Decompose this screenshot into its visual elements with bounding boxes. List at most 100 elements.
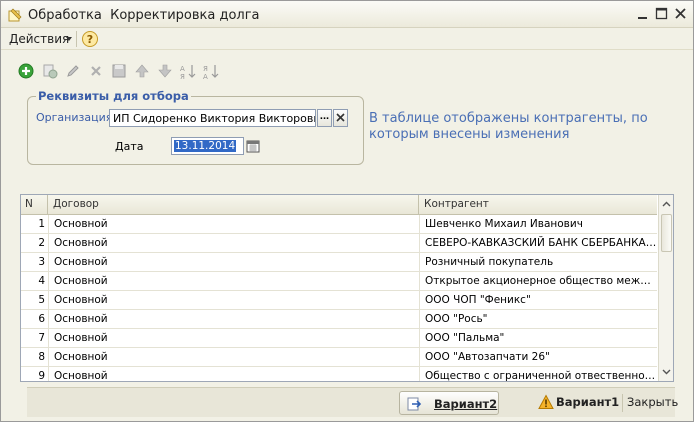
title-bar: Обработка Корректировка долга — [1, 1, 693, 28]
sort-asc-icon: AЯ — [180, 65, 196, 81]
cell-contract: Основной — [48, 329, 419, 348]
table-row[interactable]: 4 Основной Открытое акционерное общество м… — [21, 272, 657, 291]
move-up-button[interactable] — [133, 62, 151, 80]
table-row[interactable]: 7 Основной ООО "Пальма" — [21, 329, 657, 348]
chevron-down-icon — [66, 37, 72, 41]
column-header-counterparty[interactable]: Контрагент — [419, 195, 657, 215]
organization-clear-button[interactable] — [333, 109, 348, 127]
processing-icon — [8, 8, 22, 22]
sort-desc-icon: ЯA — [203, 65, 219, 81]
minimize-button[interactable] — [635, 6, 651, 22]
question-circle-icon[interactable]: ? — [81, 30, 99, 48]
cell-counterparty: ООО ЧОП "Феникс" — [419, 291, 657, 310]
cell-contract: Основной — [48, 310, 419, 329]
menu-divider — [76, 31, 77, 47]
svg-text:A: A — [203, 73, 208, 80]
date-value: 13.11.2014 — [174, 140, 237, 152]
cell-n: 4 — [38, 275, 45, 287]
delete-icon — [91, 66, 101, 76]
filter-group-title: Реквизиты для отбора — [36, 89, 191, 103]
cell-n: 1 — [38, 218, 45, 230]
table-row[interactable]: 9 Основной Общество с ограниченной отвеств… — [21, 367, 657, 381]
cell-n: 8 — [38, 351, 45, 363]
cell-n: 5 — [38, 294, 45, 306]
move-up-icon — [135, 64, 149, 78]
svg-text:?: ? — [87, 33, 93, 46]
cell-counterparty: Шевченко Михаил Иванович — [419, 215, 657, 234]
cell-counterparty: Розничный покупатель — [419, 253, 657, 272]
command-bar: Вариант2 Вариант1 Закрыть — [27, 387, 678, 417]
scroll-down-icon[interactable] — [659, 364, 674, 379]
cell-contract: Основной — [48, 348, 419, 367]
save-button[interactable] — [110, 62, 128, 80]
edit-button[interactable] — [64, 62, 82, 80]
organization-label: Организация — [36, 111, 113, 124]
organization-select-button[interactable]: ... — [317, 109, 332, 127]
column-header-n[interactable]: N — [21, 195, 48, 215]
table-row[interactable]: 5 Основной ООО ЧОП "Феникс" — [21, 291, 657, 310]
table-header: N Договор Контрагент — [21, 195, 657, 215]
variant1-button[interactable]: Вариант1 — [538, 393, 624, 413]
cell-counterparty: Общество с ограниченной отвественность..… — [419, 367, 657, 381]
sort-desc-button[interactable]: ЯA — [202, 62, 220, 81]
table-body: 1 Основной Шевченко Михаил Иванович 2 Основн… — [21, 215, 657, 381]
filter-group: Реквизиты для отбора Организация ИП Сидо… — [27, 89, 364, 165]
add-button[interactable] — [17, 62, 35, 80]
close-window-button[interactable] — [673, 6, 689, 22]
maximize-button[interactable] — [654, 6, 670, 22]
table-row[interactable]: 1 Основной Шевченко Михаил Иванович — [21, 215, 657, 234]
scroll-up-icon[interactable] — [659, 197, 674, 212]
vertical-scrollbar[interactable] — [658, 195, 674, 381]
move-down-icon — [158, 64, 172, 78]
cell-n: 3 — [38, 256, 45, 268]
table-row[interactable]: 8 Основной ООО "Автозапчати 26" — [21, 348, 657, 367]
actions-menu[interactable]: Действия — [9, 32, 69, 46]
cell-n: 2 — [38, 237, 45, 249]
run-icon — [407, 397, 422, 411]
add-icon — [18, 63, 34, 79]
table-row[interactable]: 6 Основной ООО "Рось" — [21, 310, 657, 329]
info-text: В таблице отображены контрагенты, по кот… — [369, 111, 648, 142]
table-row[interactable]: 3 Основной Розничный покупатель — [21, 253, 657, 272]
form-content: AЯ ЯA Реквизиты для отбора Организация И… — [1, 51, 693, 386]
close-button[interactable]: Закрыть — [627, 395, 678, 409]
cell-counterparty: ООО "Пальма" — [419, 329, 657, 348]
copy-button[interactable] — [41, 62, 59, 80]
table-row[interactable]: 2 Основной СЕВЕРО-КАВКАЗСКИЙ БАНК СБЕРБАНК… — [21, 234, 657, 253]
organization-field[interactable]: ИП Сидоренко Виктория Викторовна — [109, 109, 316, 127]
menu-bar: Действия ? — [1, 28, 693, 50]
close-icon — [675, 8, 686, 19]
delete-button[interactable] — [87, 62, 105, 80]
sort-asc-button[interactable]: AЯ — [179, 62, 197, 81]
svg-text:A: A — [180, 65, 185, 73]
warning-icon — [538, 394, 554, 409]
cell-n: 6 — [38, 313, 45, 325]
command-divider — [622, 394, 623, 412]
date-label: Дата — [115, 140, 144, 153]
save-icon — [112, 64, 126, 78]
cell-counterparty: Открытое акционерное общество междуго... — [419, 272, 657, 291]
minimize-icon — [638, 17, 647, 19]
move-down-button[interactable] — [156, 62, 174, 80]
cell-contract: Основной — [48, 234, 419, 253]
date-field[interactable]: 13.11.2014 — [171, 137, 244, 155]
cell-contract: Основной — [48, 215, 419, 234]
cell-contract: Основной — [48, 272, 419, 291]
scrollbar-thumb[interactable] — [661, 214, 672, 252]
clear-icon — [336, 113, 345, 122]
cell-n: 7 — [38, 332, 45, 344]
counterparties-table[interactable]: N Договор Контрагент 1 Основной Шевченко М… — [20, 194, 674, 382]
cell-counterparty: СЕВЕРО-КАВКАЗСКИЙ БАНК СБЕРБАНКА ... — [419, 234, 657, 253]
variant2-label: Вариант2 — [434, 397, 498, 411]
window-title: Обработка Корректировка долга — [28, 8, 260, 23]
column-header-contract[interactable]: Договор — [48, 195, 419, 215]
variant2-button[interactable]: Вариант2 — [399, 391, 499, 415]
calendar-icon[interactable] — [245, 137, 261, 155]
window: Обработка Корректировка долга Действия ? — [0, 0, 694, 422]
cell-counterparty: ООО "Автозапчати 26" — [419, 348, 657, 367]
cell-contract: Основной — [48, 253, 419, 272]
maximize-icon — [655, 7, 668, 20]
variant1-label: Вариант1 — [556, 395, 620, 409]
cell-contract: Основной — [48, 367, 419, 381]
cell-counterparty: ООО "Рось" — [419, 310, 657, 329]
